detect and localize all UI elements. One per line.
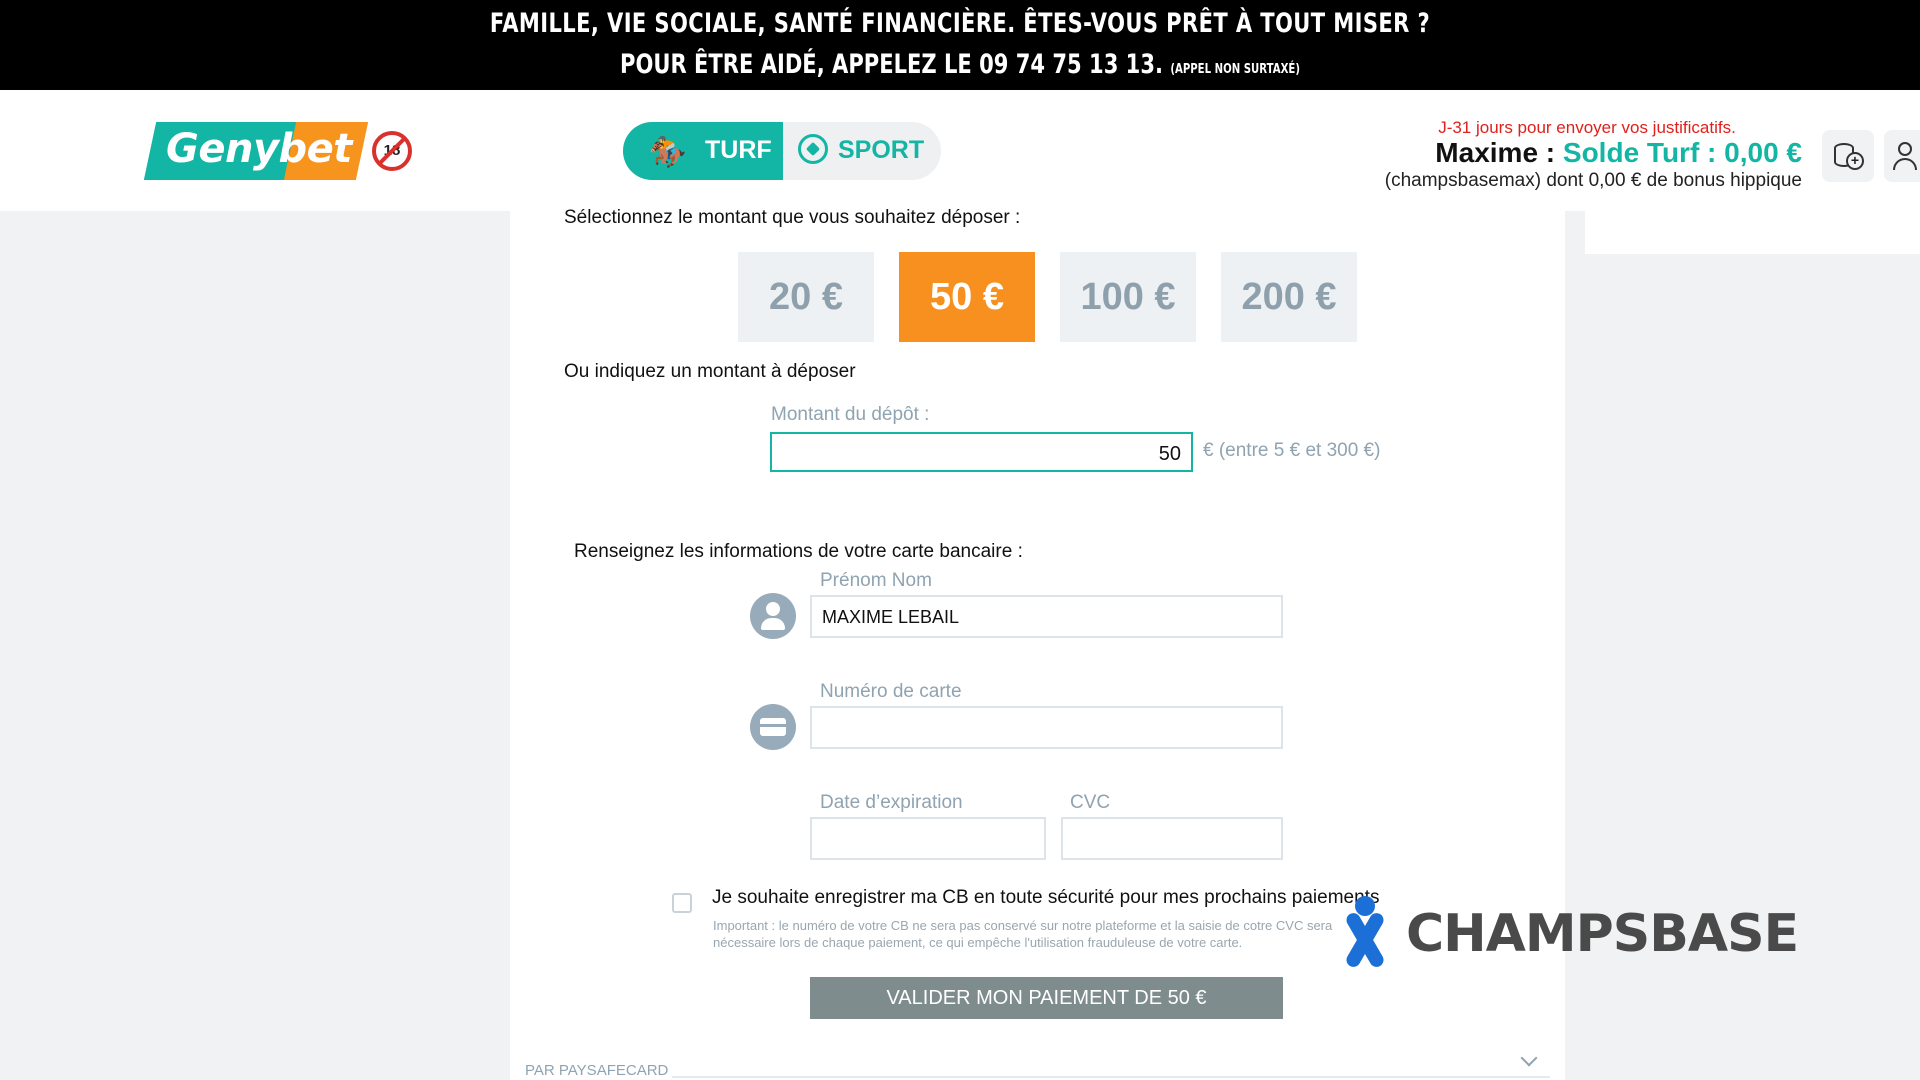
- deposit-amount-input[interactable]: 50: [770, 432, 1193, 472]
- save-card-note: Important : le numéro de votre CB ne ser…: [713, 918, 1333, 950]
- user-name: Maxime :: [1435, 137, 1556, 168]
- expiry-date-input[interactable]: [810, 817, 1046, 860]
- banner-small-note: (APPEL NON SURTAXÉ): [1170, 62, 1300, 77]
- sidebar-panel: [1585, 211, 1920, 254]
- cvc-input[interactable]: [1061, 817, 1283, 860]
- tab-turf[interactable]: 🏇 TURF: [623, 122, 783, 180]
- turf-sport-switch: 🏇 TURF SPORT: [623, 122, 941, 180]
- amount-200-button[interactable]: 200 €: [1221, 252, 1357, 342]
- cardholder-name-input[interactable]: MAXIME LEBAIL: [810, 595, 1283, 638]
- banner-phone-text: POUR ÊTRE AIDÉ, APPELEZ LE 09 74 75 13 1…: [620, 49, 1163, 80]
- tab-turf-label: TURF: [705, 136, 772, 164]
- card-section-label: Renseignez les informations de votre car…: [574, 541, 1023, 562]
- documents-warning[interactable]: J-31 jours pour envoyer vos justificatif…: [1372, 118, 1802, 138]
- custom-amount-label: Ou indiquez un montant à déposer: [564, 361, 856, 382]
- paysafecard-option[interactable]: PAR PAYSAFECARD: [525, 1062, 668, 1079]
- save-card-label[interactable]: Je souhaite enregistrer ma CB en toute s…: [712, 887, 1379, 909]
- champsbase-logo-icon: [1334, 896, 1398, 970]
- user-sub-info: (champsbasemax) dont 0,00 € de bonus hip…: [1384, 170, 1802, 191]
- select-amount-label: Sélectionnez le montant que vous souhait…: [564, 207, 1021, 228]
- cardholder-name-label: Prénom Nom: [820, 570, 932, 591]
- validate-payment-button[interactable]: VALIDER MON PAIEMENT DE 50 €: [810, 977, 1283, 1019]
- site-header: Genybet 18 🏇 TURF SPORT J-31 jours pour …: [0, 90, 1920, 211]
- banner-line-2: POUR ÊTRE AIDÉ, APPELEZ LE 09 74 75 13 1…: [211, 49, 1709, 80]
- left-margin: [0, 211, 510, 1080]
- card-number-input[interactable]: [810, 706, 1283, 749]
- save-card-checkbox[interactable]: [672, 893, 692, 913]
- deposit-amount-range-hint: € (entre 5 € et 300 €): [1203, 440, 1381, 461]
- genybet-logo[interactable]: Genybet: [143, 122, 369, 180]
- user-icon: [750, 593, 796, 639]
- watermark-text: CHAMPSBASE: [1406, 904, 1799, 964]
- tab-sport-label: SPORT: [838, 136, 925, 164]
- amount-50-button[interactable]: 50 €: [899, 252, 1035, 342]
- turf-balance: Solde Turf : 0,00 €: [1562, 137, 1802, 168]
- logo-text: Genybet: [166, 126, 352, 172]
- horse-icon: 🏇: [649, 136, 687, 169]
- user-name-balance: Maxime : Solde Turf : 0,00 €: [1282, 138, 1802, 168]
- account-icon: [1898, 142, 1912, 156]
- age-restriction-badge: 18: [372, 131, 412, 171]
- banner-line-1: FAMILLE, VIE SOCIALE, SANTÉ FINANCIÈRE. …: [489, 8, 1431, 39]
- amount-100-button[interactable]: 100 €: [1060, 252, 1196, 342]
- account-button[interactable]: [1884, 130, 1920, 182]
- deposit-button[interactable]: +: [1822, 130, 1874, 182]
- user-account-summary: J-31 jours pour envoyer vos justificatif…: [1282, 118, 1802, 192]
- credit-card-icon: [750, 704, 796, 750]
- deposit-amount-label: Montant du dépôt :: [771, 404, 930, 425]
- champsbase-watermark: CHAMPSBASE: [1334, 896, 1814, 976]
- gambling-warning-banner: FAMILLE, VIE SOCIALE, SANTÉ FINANCIÈRE. …: [0, 0, 1920, 90]
- cvc-label: CVC: [1070, 792, 1111, 813]
- card-number-label: Numéro de carte: [820, 681, 962, 702]
- expiry-date-label: Date d’expiration: [820, 792, 963, 813]
- soccer-ball-icon: [798, 134, 828, 164]
- paysafecard-divider: [672, 1076, 1550, 1078]
- tab-sport[interactable]: SPORT: [798, 122, 938, 180]
- amount-20-button[interactable]: 20 €: [738, 252, 874, 342]
